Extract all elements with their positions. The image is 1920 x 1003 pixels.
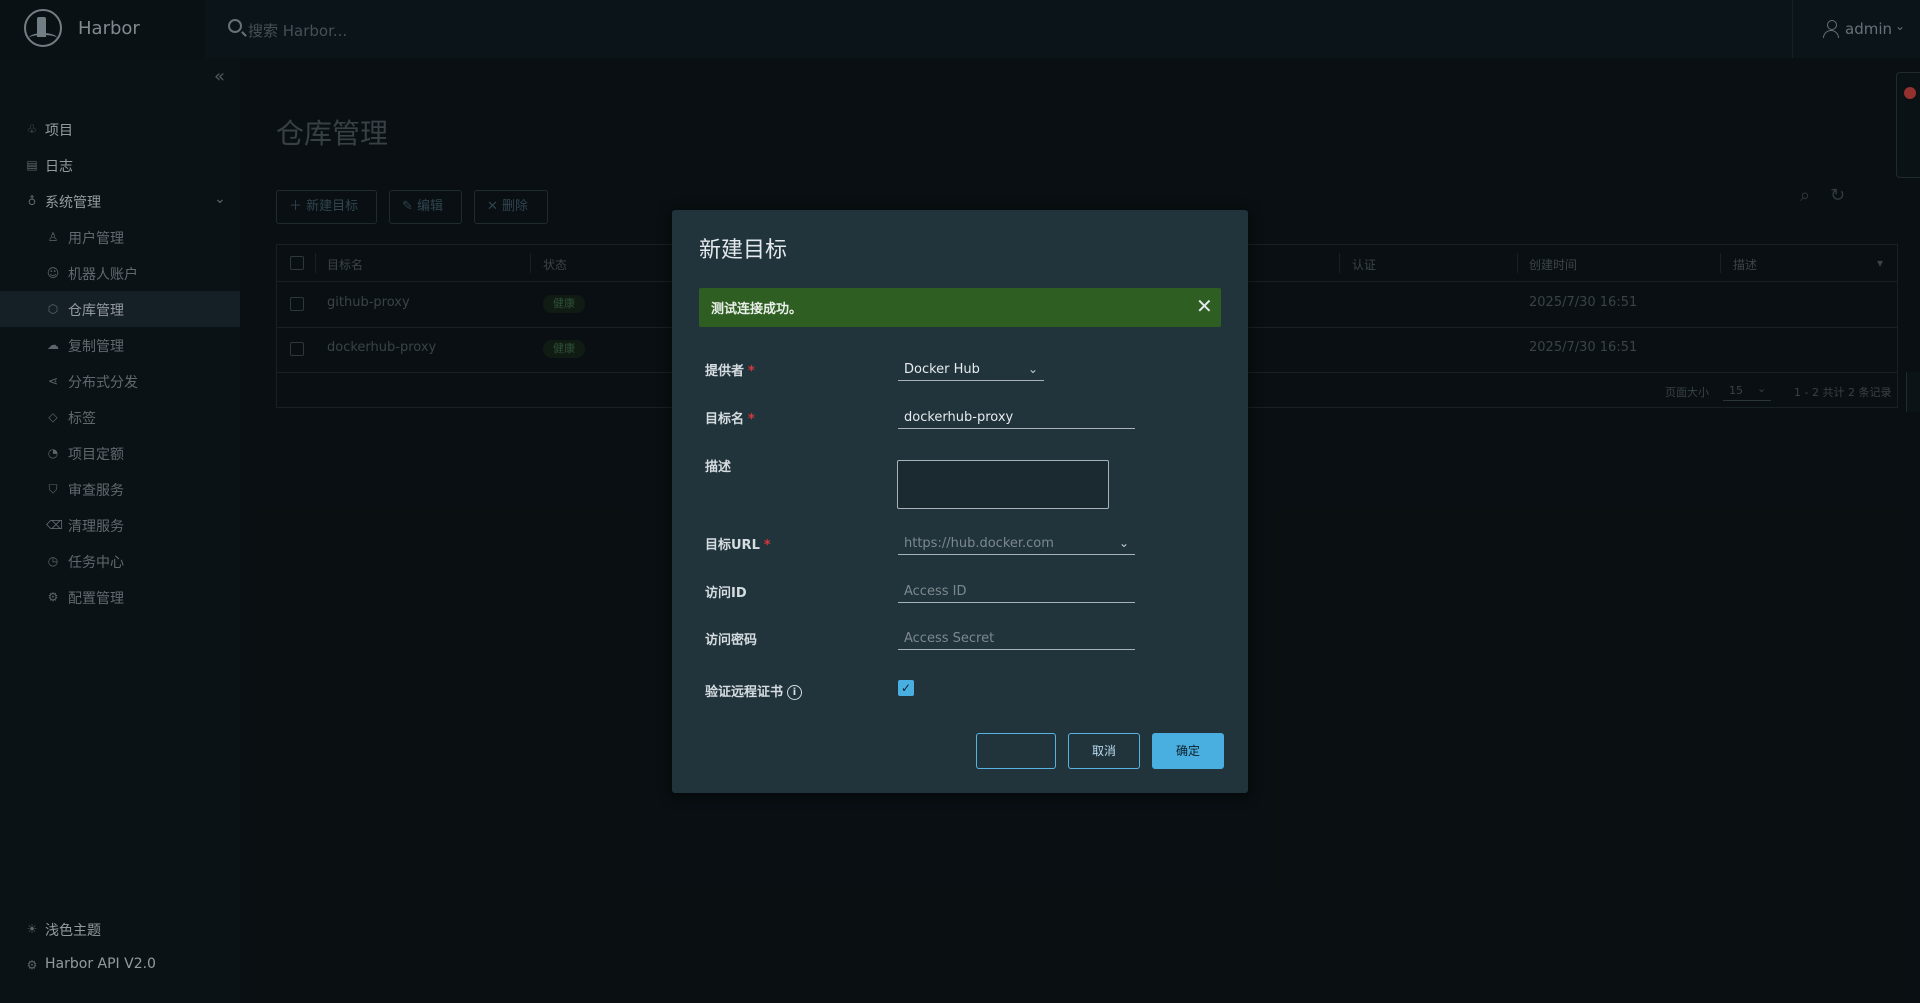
provider-label: 提供者 * (705, 364, 755, 379)
alert-message: 测试连接成功。 (711, 302, 803, 317)
ok-button[interactable]: 确定 (1152, 733, 1224, 769)
info-icon[interactable]: i (787, 685, 803, 700)
access-id-label: 访问ID (705, 586, 747, 601)
access-secret-label: 访问密码 (705, 633, 758, 648)
verify-cert-checkbox[interactable]: ✓ (898, 680, 914, 696)
endpoint-url-placeholder: https://hub.docker.com (904, 536, 1054, 551)
success-alert: 测试连接成功。 ✕ (699, 288, 1221, 327)
endpoint-url-label: 目标URL * (705, 538, 771, 553)
close-icon[interactable]: ✕ (1196, 294, 1213, 318)
cancel-button[interactable]: 取消 (1068, 733, 1140, 769)
new-endpoint-dialog: 新建目标 测试连接成功。 ✕ 提供者 * Docker Hub ⌄ 目标名 * do… (672, 210, 1248, 793)
dialog-title: 新建目标 (699, 238, 788, 263)
provider-select[interactable]: Docker Hub ⌄ (898, 359, 1044, 381)
description-textarea[interactable] (897, 460, 1109, 509)
test-connection-button[interactable] (976, 733, 1056, 769)
chevron-down-icon: ⌄ (1118, 536, 1129, 550)
endpoint-name-input[interactable]: dockerhub-proxy (898, 407, 1135, 429)
provider-value: Docker Hub (904, 362, 980, 377)
access-id-input[interactable]: Access ID (898, 581, 1135, 603)
chevron-down-icon: ⌄ (1027, 362, 1038, 376)
verify-cert-label: 验证远程证书 i (705, 681, 803, 700)
description-label: 描述 (705, 460, 732, 475)
endpoint-name-label: 目标名 * (705, 412, 755, 427)
access-secret-input[interactable]: Access Secret (898, 628, 1135, 650)
endpoint-url-select[interactable]: https://hub.docker.com ⌄ (898, 533, 1135, 555)
